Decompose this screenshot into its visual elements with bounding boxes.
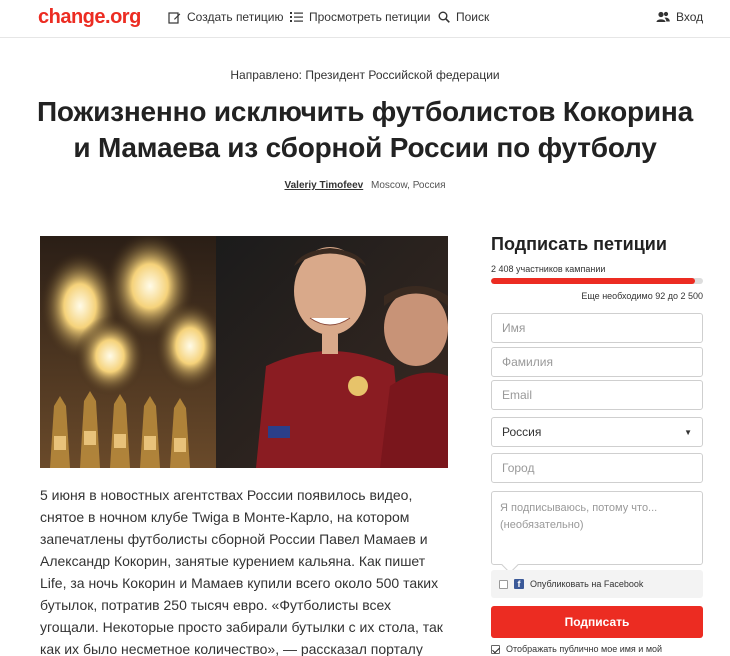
change-org-logo[interactable]: change.org — [38, 6, 141, 29]
first-name-field[interactable]: Имя — [491, 313, 703, 343]
users-icon — [656, 11, 670, 22]
sign-button[interactable]: Подписать — [491, 606, 703, 638]
supporters-count: 2 408 участников кампании — [491, 264, 606, 274]
country-select[interactable]: Россия ▼ — [491, 417, 703, 447]
city-field[interactable]: Город — [491, 453, 703, 483]
dropdown-arrow-icon: ▼ — [684, 427, 692, 437]
facebook-label: Опубликовать на Facebook — [530, 579, 644, 589]
search-icon — [438, 11, 450, 23]
create-petition-link[interactable]: Создать петицию — [168, 10, 284, 24]
country-value: Россия — [502, 425, 542, 439]
top-header: change.org Создать петицию Просмотреть п… — [0, 0, 730, 38]
author-location: Moscow, Россия — [371, 180, 446, 191]
last-name-placeholder: Фамилия — [502, 355, 553, 369]
petition-author: Valeriy Timofeev Moscow, Россия — [0, 180, 730, 191]
create-petition-label: Создать петицию — [187, 10, 284, 24]
facebook-share-option[interactable]: f Опубликовать на Facebook — [491, 570, 703, 598]
public-display-option[interactable]: Отображать публично мое имя и мой — [491, 644, 662, 654]
sign-form-title: Подписать петиции — [491, 234, 667, 254]
public-display-checkbox[interactable] — [491, 644, 500, 654]
facebook-checkbox[interactable] — [499, 579, 508, 589]
reason-placeholder: Я подписываюсь, потому что... (необязате… — [500, 502, 658, 531]
petition-photo — [40, 236, 448, 468]
browse-petitions-label: Просмотреть петиции — [309, 10, 431, 24]
signatures-remaining: Еще необходимо 92 до 2 500 — [581, 291, 703, 301]
city-placeholder: Город — [502, 461, 535, 475]
last-name-field[interactable]: Фамилия — [491, 347, 703, 377]
petition-description: 5 июня в новостных агентствах России поя… — [40, 487, 443, 656]
login-label: Вход — [676, 10, 704, 24]
login-link[interactable]: Вход — [656, 10, 703, 24]
facebook-icon: f — [514, 579, 524, 589]
directed-to: Направлено: Президент Российской федерац… — [230, 68, 500, 82]
search-link[interactable]: Поиск — [438, 10, 489, 24]
reason-textarea[interactable]: Я подписываюсь, потому что... (необязате… — [491, 491, 703, 574]
email-placeholder: Email — [502, 388, 533, 402]
signature-progress-fill — [491, 278, 696, 284]
first-name-placeholder: Имя — [502, 321, 526, 335]
author-name-link[interactable]: Valeriy Timofeev — [284, 180, 363, 191]
public-display-label: Отображать публично мое имя и мой — [506, 644, 663, 654]
email-field[interactable]: Email — [491, 380, 703, 410]
signature-progress-bar — [491, 278, 703, 284]
edit-icon — [168, 11, 181, 24]
petition-title: Пожизненно исключить футболистов Кокорин… — [37, 96, 693, 163]
petition-photo-image — [40, 236, 448, 468]
search-label: Поиск — [456, 10, 490, 24]
browse-petitions-link[interactable]: Просмотреть петиции — [290, 10, 430, 24]
list-icon — [290, 12, 303, 22]
